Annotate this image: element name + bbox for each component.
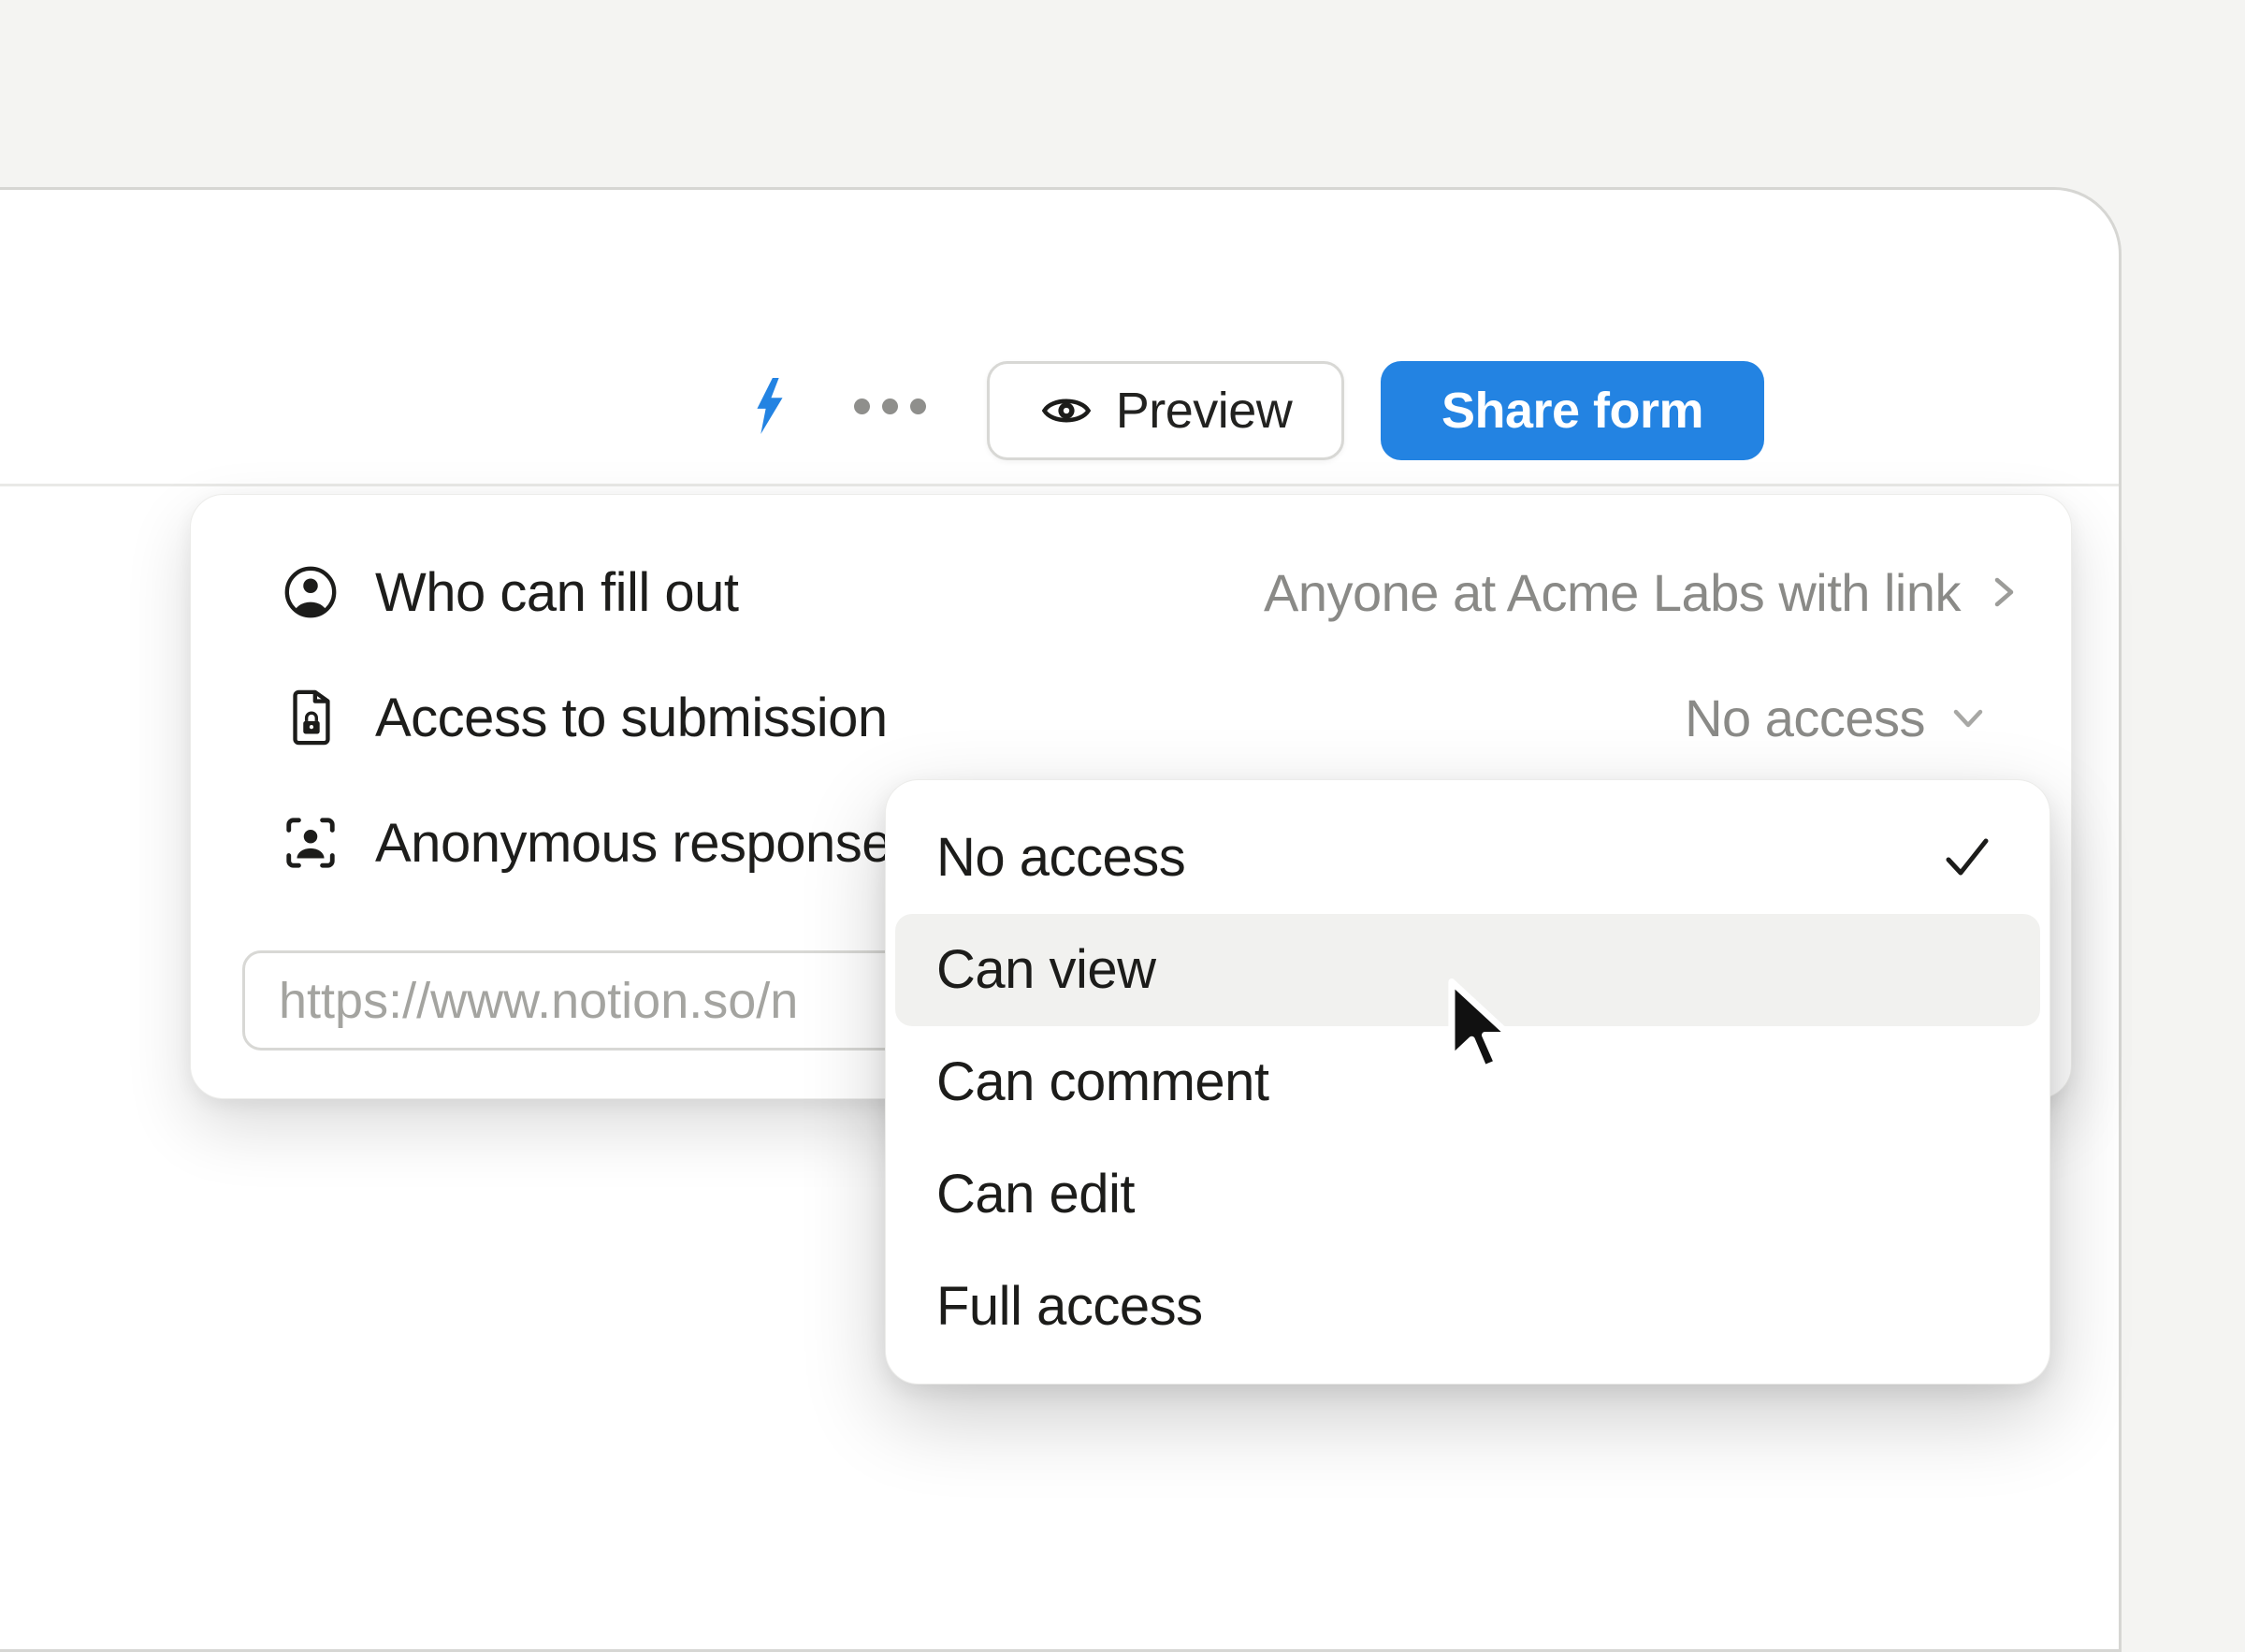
anonymous-responses-label: Anonymous responses (375, 812, 919, 875)
preview-button-label: Preview (1116, 382, 1293, 440)
who-can-fill-out-value-group[interactable]: Anyone at Acme Labs with link (1264, 562, 2024, 623)
toolbar-divider (0, 484, 2119, 486)
checkmark-icon (1940, 831, 1994, 885)
menu-item-can-edit[interactable]: Can edit (895, 1138, 2040, 1250)
who-can-fill-out-label: Who can fill out (375, 561, 739, 624)
person-circle-icon (282, 563, 340, 621)
menu-item-label: Can edit (936, 1163, 1135, 1225)
share-form-button-label: Share form (1441, 382, 1703, 440)
access-to-submission-label: Access to submission (375, 687, 888, 749)
page-background: Preview Share form Who can fill out Anyo… (0, 0, 2245, 1497)
chevron-right-icon (1983, 572, 2024, 613)
who-can-fill-out-value: Anyone at Acme Labs with link (1264, 562, 1961, 623)
menu-item-no-access[interactable]: No access (895, 802, 2040, 914)
document-lock-icon (282, 688, 340, 746)
more-options-button[interactable] (854, 394, 962, 418)
mouse-cursor-icon (1442, 978, 1521, 1085)
ellipsis-dot (882, 399, 898, 414)
access-to-submission-value-group[interactable]: No access (1685, 688, 1989, 748)
ellipsis-dot (910, 399, 926, 414)
access-to-submission-value: No access (1685, 688, 1925, 748)
menu-item-label: Can comment (936, 1051, 1269, 1113)
eye-icon (1039, 384, 1094, 438)
chevron-down-icon (1948, 697, 1989, 738)
lightning-bolt-icon[interactable] (749, 377, 789, 435)
menu-item-full-access[interactable]: Full access (895, 1250, 2040, 1362)
menu-item-label: No access (936, 826, 1185, 889)
preview-button[interactable]: Preview (987, 361, 1344, 460)
person-scan-icon (282, 814, 340, 872)
ellipsis-dot (854, 399, 870, 414)
menu-item-label: Can view (936, 938, 1156, 1001)
menu-item-label: Full access (936, 1275, 1203, 1338)
access-to-submission-row[interactable]: Access to submission No access (191, 665, 2071, 770)
share-form-button[interactable]: Share form (1381, 361, 1764, 460)
who-can-fill-out-row[interactable]: Who can fill out Anyone at Acme Labs wit… (191, 540, 2071, 645)
